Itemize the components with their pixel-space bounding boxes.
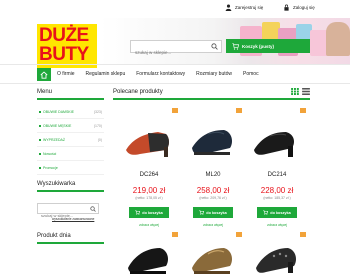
product-image[interactable] — [184, 232, 242, 280]
product-of-day: Produkt dnia — [37, 230, 104, 244]
logo-line2: BUTY — [39, 44, 89, 65]
product-image[interactable] — [248, 232, 306, 280]
grid-view-icon[interactable] — [291, 88, 299, 95]
bullet — [39, 153, 41, 155]
product-card[interactable] — [184, 230, 242, 280]
menu-item-label: Promocje — [43, 165, 58, 170]
see-more-link[interactable]: zobacz więcej — [184, 223, 242, 227]
nav-item-about[interactable]: O firmie — [57, 71, 75, 77]
product-image[interactable] — [184, 110, 242, 172]
menu-item-sale[interactable]: WYPRZEDAŻ (0) — [37, 133, 104, 147]
bullet — [39, 167, 41, 169]
product-name[interactable]: DC214 — [248, 172, 306, 178]
sidebar-search-input[interactable] — [38, 211, 88, 220]
see-more-link[interactable]: zobacz więcej — [120, 223, 178, 227]
cart-icon — [232, 42, 239, 50]
main-nav: O firmie Regulamin sklepu Formularz kont… — [0, 64, 350, 84]
nav-item-terms[interactable]: Regulamin sklepu — [86, 71, 126, 77]
product-image[interactable] — [120, 232, 178, 280]
featured-title-label: Polecane produkty — [113, 89, 163, 95]
menu-item-new[interactable]: Nowości — [37, 147, 104, 161]
sidebar-search-field — [37, 203, 99, 220]
search-title: Wyszukiwarka — [37, 178, 104, 192]
home-button[interactable] — [37, 68, 51, 81]
menu-title: Menu — [37, 86, 104, 100]
product-price: 228,00 zł — [260, 186, 294, 195]
add-to-cart-button[interactable]: do koszyka — [257, 207, 297, 218]
bullet — [39, 111, 41, 113]
cart-button[interactable]: Koszyk (pusty) — [226, 39, 310, 53]
product-net-price: (netto: 178,05 zł ) — [135, 196, 163, 200]
menu-item-count: (170) — [93, 123, 102, 128]
product-name[interactable]: ML20 — [184, 172, 242, 178]
see-more-link[interactable]: zobacz więcej — [248, 223, 306, 227]
product-image[interactable] — [248, 110, 306, 172]
add-to-cart-label: do koszyka — [270, 210, 291, 215]
featured-title: Polecane produkty — [113, 86, 310, 100]
banner-person — [326, 22, 350, 56]
sidebar-search: Wyszukiwarka wyszukiwanie zaawansowane — [37, 178, 104, 221]
product-card[interactable] — [248, 230, 306, 280]
cart-icon — [263, 210, 269, 215]
cart-label: Koszyk (pusty) — [242, 43, 275, 49]
menu-item-women[interactable]: OBUWIE DAMSKIE (323) — [37, 105, 104, 119]
product-card[interactable]: DC264 219,00 zł (netto: 178,05 zł ) do k… — [120, 108, 178, 230]
menu-item-label: WYPRZEDAŻ — [43, 137, 65, 142]
search-input[interactable] — [131, 47, 211, 58]
add-to-cart-button[interactable]: do koszyka — [193, 207, 233, 218]
sidebar-menu: Menu OBUWIE DAMSKIE (323) OBUWIE MĘSKIE (1… — [37, 86, 104, 175]
nav-item-sizes[interactable]: Rozmiary butów — [196, 71, 232, 77]
product-price: 258,00 zł — [196, 186, 230, 195]
header-search — [130, 40, 222, 58]
login-label: Zaloguj się — [293, 5, 315, 10]
add-to-cart-label: do koszyka — [142, 210, 163, 215]
logo-line1: DUŻE — [39, 25, 89, 46]
featured-products: Polecane produkty — [113, 86, 310, 100]
cart-icon — [199, 210, 205, 215]
menu-item-count: (323) — [93, 109, 102, 114]
product-image[interactable] — [120, 110, 178, 172]
register-link[interactable]: Zarejestruj się — [225, 4, 263, 11]
bullet — [39, 139, 41, 141]
nav-item-contact[interactable]: Formularz kontaktowy — [136, 71, 185, 77]
logo[interactable]: DUŻE BUTY — [37, 24, 97, 68]
menu-item-promo[interactable]: Promocje — [37, 161, 104, 175]
product-card[interactable] — [120, 230, 178, 280]
add-to-cart-label: do koszyka — [206, 210, 227, 215]
add-to-cart-button[interactable]: do koszyka — [129, 207, 169, 218]
cart-icon — [135, 210, 141, 215]
top-bar: Zarejestruj się Zaloguj się — [0, 0, 350, 18]
product-net-price: (netto: 185,37 zł ) — [263, 196, 291, 200]
product-net-price: (netto: 209,76 zł ) — [199, 196, 227, 200]
menu-item-label: OBUWIE MĘSKIE — [43, 123, 72, 128]
user-icon — [225, 4, 232, 11]
search-icon[interactable] — [90, 206, 96, 212]
list-view-icon[interactable] — [302, 88, 310, 95]
product-card[interactable]: ML20 258,00 zł (netto: 209,76 zł ) do ko… — [184, 108, 242, 230]
lock-icon — [284, 4, 289, 11]
product-of-day-title: Produkt dnia — [37, 230, 104, 244]
product-card[interactable]: DC214 228,00 zł (netto: 185,37 zł ) do k… — [248, 108, 306, 230]
product-price: 219,00 zł — [132, 186, 166, 195]
bullet — [39, 125, 41, 127]
menu-item-label: OBUWIE DAMSKIE — [43, 109, 74, 114]
product-name[interactable]: DC264 — [120, 172, 178, 178]
header: DUŻE BUTY Koszyk (pusty) — [0, 18, 350, 68]
login-link[interactable]: Zaloguj się — [283, 4, 315, 11]
menu-item-men[interactable]: OBUWIE MĘSKIE (170) — [37, 119, 104, 133]
register-label: Zarejestruj się — [235, 5, 264, 10]
nav-item-help[interactable]: Pomoc — [243, 71, 259, 77]
menu-item-count: (0) — [97, 137, 102, 142]
home-icon — [40, 70, 48, 79]
menu-item-label: Nowości — [43, 151, 57, 156]
search-icon[interactable] — [211, 43, 218, 50]
